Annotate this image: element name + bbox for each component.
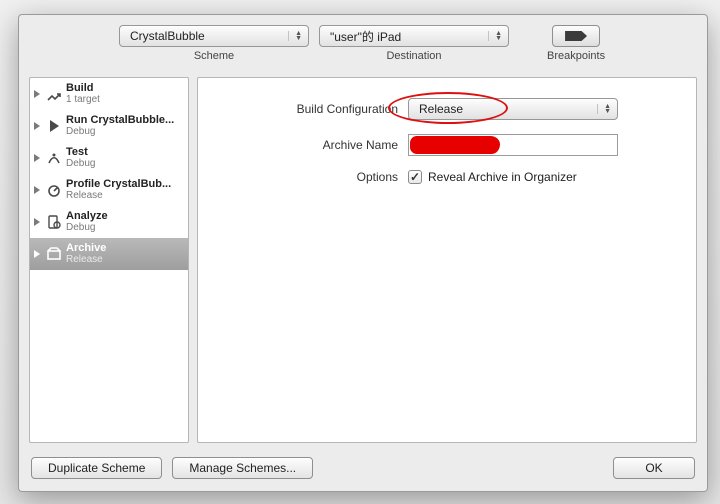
build-config-label: Build Configuration <box>218 102 408 116</box>
test-icon <box>46 150 62 166</box>
disclosure-icon <box>34 218 40 226</box>
sidebar-item-subtitle: Release <box>66 254 106 266</box>
breakpoint-icon <box>565 31 587 41</box>
sidebar-item-title: Build <box>66 82 100 94</box>
sidebar-item-build[interactable]: Build1 target <box>30 78 188 110</box>
sidebar-item-title: Archive <box>66 242 106 254</box>
breakpoints-caption: Breakpoints <box>547 50 605 62</box>
sidebar-item-test[interactable]: TestDebug <box>30 142 188 174</box>
sidebar-item-subtitle: Debug <box>66 222 108 234</box>
scheme-editor-sheet: CrystalBubble ▲▼ Scheme "user"的 iPad ▲▼ … <box>18 14 708 492</box>
disclosure-icon <box>34 154 40 162</box>
sidebar-item-profile[interactable]: Profile CrystalBub...Release <box>30 174 188 206</box>
manage-schemes-label: Manage Schemes... <box>189 461 296 475</box>
build-config-value: Release <box>419 102 463 116</box>
reveal-archive-checkbox[interactable]: ✓ Reveal Archive in Organizer <box>408 170 577 184</box>
reveal-archive-label: Reveal Archive in Organizer <box>428 170 577 184</box>
archive-name-label: Archive Name <box>218 138 408 152</box>
updown-icon: ▲▼ <box>488 31 502 41</box>
updown-icon: ▲▼ <box>597 104 611 114</box>
run-icon <box>46 118 62 134</box>
sidebar-item-analyze[interactable]: AnalyzeDebug <box>30 206 188 238</box>
sidebar-item-subtitle: Release <box>66 190 171 202</box>
ok-button[interactable]: OK <box>613 457 695 479</box>
destination-popup[interactable]: "user"的 iPad ▲▼ <box>319 25 509 47</box>
sidebar-item-title: Profile CrystalBub... <box>66 178 171 190</box>
action-sidebar: Build1 targetRun CrystalBubble...DebugTe… <box>29 77 189 443</box>
footer: Duplicate Scheme Manage Schemes... OK <box>19 451 707 491</box>
disclosure-icon <box>34 90 40 98</box>
breakpoints-button[interactable] <box>552 25 600 47</box>
sidebar-item-title: Run CrystalBubble... <box>66 114 174 126</box>
sidebar-item-title: Analyze <box>66 210 108 222</box>
archive-icon <box>46 246 62 262</box>
build-config-popup[interactable]: Release ▲▼ <box>408 98 618 120</box>
disclosure-icon <box>34 122 40 130</box>
build-icon <box>46 86 62 102</box>
sidebar-item-subtitle: Debug <box>66 126 174 138</box>
scheme-popup[interactable]: CrystalBubble ▲▼ <box>119 25 309 47</box>
duplicate-scheme-button[interactable]: Duplicate Scheme <box>31 457 162 479</box>
profile-icon <box>46 182 62 198</box>
archive-name-input[interactable] <box>408 134 618 156</box>
analyze-icon <box>46 214 62 230</box>
sidebar-item-archive[interactable]: ArchiveRelease <box>30 238 188 270</box>
scheme-popup-value: CrystalBubble <box>130 29 205 43</box>
disclosure-icon <box>34 186 40 194</box>
manage-schemes-button[interactable]: Manage Schemes... <box>172 457 313 479</box>
destination-popup-value: "user"的 iPad <box>330 28 401 45</box>
checkbox-icon: ✓ <box>408 170 422 184</box>
ok-label: OK <box>645 461 662 475</box>
destination-caption: Destination <box>386 50 441 62</box>
topbar: CrystalBubble ▲▼ Scheme "user"的 iPad ▲▼ … <box>19 15 707 77</box>
sidebar-item-subtitle: 1 target <box>66 94 100 106</box>
duplicate-scheme-label: Duplicate Scheme <box>48 461 145 475</box>
sidebar-item-run[interactable]: Run CrystalBubble...Debug <box>30 110 188 142</box>
sidebar-item-subtitle: Debug <box>66 158 95 170</box>
disclosure-icon <box>34 250 40 258</box>
scheme-caption: Scheme <box>194 50 234 62</box>
options-label: Options <box>218 170 408 184</box>
updown-icon: ▲▼ <box>288 31 302 41</box>
detail-panel: Build Configuration Release ▲▼ Archive N… <box>197 77 697 443</box>
redaction-mark <box>410 136 500 154</box>
sidebar-item-title: Test <box>66 146 95 158</box>
